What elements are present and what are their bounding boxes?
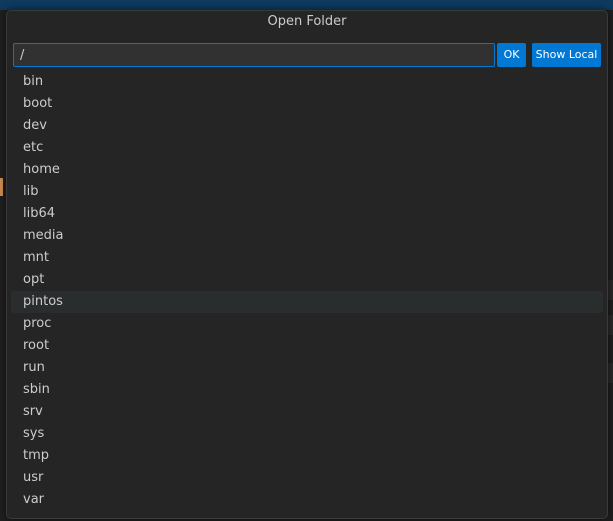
- folder-item-root[interactable]: root: [11, 335, 603, 357]
- folder-item-srv[interactable]: srv: [11, 401, 603, 423]
- folder-item-sys[interactable]: sys: [11, 423, 603, 445]
- folder-item-run[interactable]: run: [11, 357, 603, 379]
- path-input-row: OK Show Local: [13, 43, 601, 69]
- folder-item-bin[interactable]: bin: [11, 71, 603, 93]
- folder-item-proc[interactable]: proc: [11, 313, 603, 335]
- folder-item-var[interactable]: var: [11, 489, 603, 511]
- folder-list: bin boot dev etc home lib lib64 media mnt opt pint…: [11, 71, 603, 511]
- folder-path-input[interactable]: [13, 43, 495, 67]
- folder-item-sbin[interactable]: sbin: [11, 379, 603, 401]
- background-editor-marker: [0, 178, 3, 196]
- dialog-title: Open Folder: [267, 14, 347, 29]
- open-folder-dialog: Open Folder OK Show Local binbootdevetch…: [6, 10, 608, 519]
- editor-top-bar: [0, 0, 613, 10]
- folder-item-pintos[interactable]: pintos: [11, 291, 603, 313]
- folder-item-usr[interactable]: usr: [11, 467, 603, 489]
- folder-item-home[interactable]: home: [11, 159, 603, 181]
- folder-item-tmp[interactable]: tmp: [11, 445, 603, 467]
- folder-item-lib64[interactable]: lib64: [11, 203, 603, 225]
- folder-item-mnt[interactable]: mnt: [11, 247, 603, 269]
- folder-item-lib[interactable]: lib: [11, 181, 603, 203]
- folder-item-boot[interactable]: boot: [11, 93, 603, 115]
- folder-item-opt[interactable]: opt: [11, 269, 603, 291]
- folder-item-media[interactable]: media: [11, 225, 603, 247]
- folder-item-etc[interactable]: etc: [11, 137, 603, 159]
- folder-item-dev[interactable]: dev: [11, 115, 603, 137]
- ok-button[interactable]: OK: [497, 43, 526, 67]
- show-local-button[interactable]: Show Local: [532, 43, 601, 67]
